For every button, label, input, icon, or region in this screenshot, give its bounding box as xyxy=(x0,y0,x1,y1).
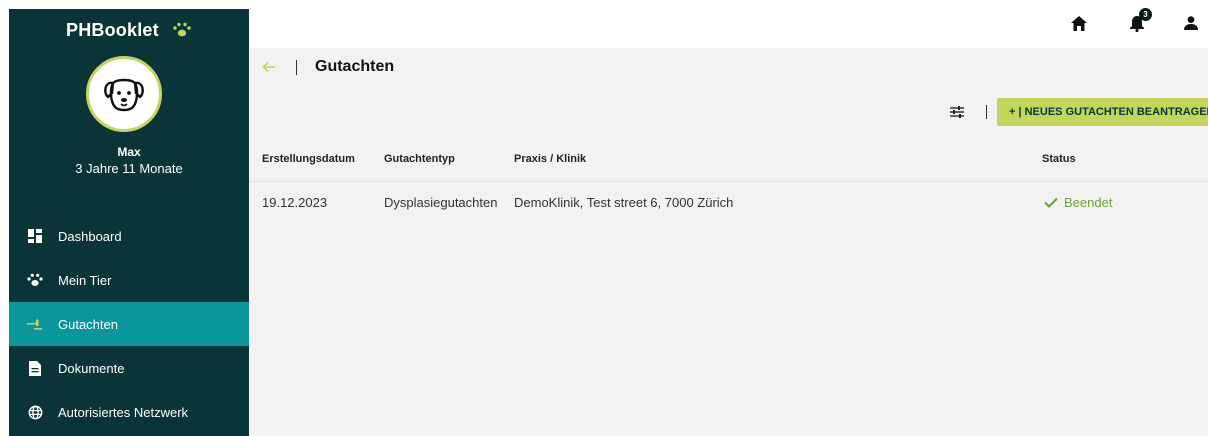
divider xyxy=(986,105,987,119)
sidebar-item-autorisiertes-netzwerk[interactable]: Autorisiertes Netzwerk xyxy=(9,390,249,434)
sidebar-item-dashboard[interactable]: Dashboard xyxy=(9,214,249,258)
paw-icon xyxy=(27,272,43,288)
cell-date: 19.12.2023 xyxy=(262,195,328,210)
bell-icon[interactable]: 3 xyxy=(1126,8,1152,34)
pet-name: Max xyxy=(117,145,141,159)
home-icon[interactable] xyxy=(1068,12,1090,34)
top-bar: 3 xyxy=(249,0,1208,48)
divider xyxy=(296,60,297,75)
sidebar-item-label: Dokumente xyxy=(58,360,125,376)
table-header: Erstellungsdatum Gutachtentyp Praxis / K… xyxy=(249,138,1208,182)
check-icon xyxy=(1044,197,1058,208)
status-label: Beendet xyxy=(1064,195,1113,210)
table-row[interactable]: 19.12.2023 Dysplasiegutachten DemoKlinik… xyxy=(249,182,1208,222)
arrow-left-icon[interactable] xyxy=(261,59,277,75)
sidebar-item-dokumente[interactable]: Dokumente xyxy=(9,346,249,390)
dashboard-icon xyxy=(27,228,43,244)
pet-age: 3 Jahre 11 Monate xyxy=(75,161,183,176)
sidebar-item-label: Mein Tier xyxy=(58,272,112,288)
cell-clinic: DemoKlinik, Test street 6, 7000 Zürich xyxy=(514,195,734,210)
column-header-type[interactable]: Gutachtentyp xyxy=(384,153,455,165)
notification-badge: 3 xyxy=(1139,8,1152,21)
cell-type: Dysplasiegutachten xyxy=(384,195,498,210)
status-badge: Beendet xyxy=(1044,195,1112,210)
document-icon xyxy=(27,360,43,376)
main-content: Gutachten + | NEUES GUTACHTEN BEANTRAGEN… xyxy=(249,48,1208,436)
gavel-icon xyxy=(27,316,43,332)
new-report-button[interactable]: + | NEUES GUTACHTEN BEANTRAGEN xyxy=(997,98,1208,126)
sidebar-item-label: Gutachten xyxy=(58,316,118,332)
column-header-status[interactable]: Status xyxy=(1042,153,1076,165)
sidebar-item-gutachten[interactable]: Gutachten xyxy=(9,302,249,346)
avatar[interactable] xyxy=(86,56,162,132)
column-header-clinic[interactable]: Praxis / Klinik xyxy=(514,153,586,165)
globe-icon xyxy=(27,404,43,420)
sidebar-item-label: Dashboard xyxy=(58,228,122,244)
dog-face-icon xyxy=(104,78,144,112)
filter-sliders-icon[interactable] xyxy=(949,104,965,120)
app-root: PHBooklet Max 3 Jahre 11 Monate Dashboar… xyxy=(0,0,1208,436)
logo-text: PHBooklet xyxy=(65,20,159,40)
page-title: Gutachten xyxy=(315,58,395,75)
sidebar: PHBooklet Max 3 Jahre 11 Monate Dashboar… xyxy=(9,9,249,436)
logo[interactable]: PHBooklet xyxy=(9,20,249,43)
sidebar-item-label: Autorisiertes Netzwerk xyxy=(58,404,189,420)
paw-icon xyxy=(172,22,192,43)
sidebar-item-mein-tier[interactable]: Mein Tier xyxy=(9,258,249,302)
user-icon[interactable] xyxy=(1180,12,1202,34)
column-header-date[interactable]: Erstellungsdatum xyxy=(262,153,355,165)
